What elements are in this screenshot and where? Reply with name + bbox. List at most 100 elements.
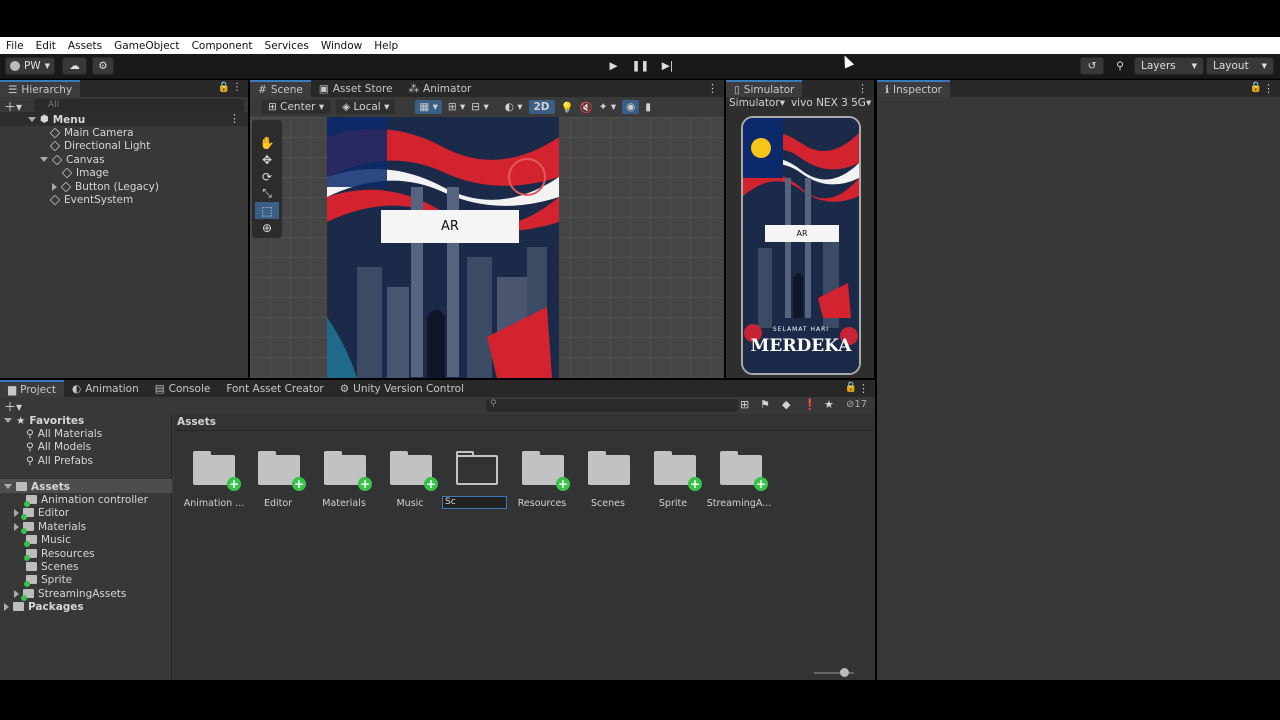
menu-edit[interactable]: Edit <box>36 40 56 52</box>
tab-project[interactable]: ▆ Project <box>0 380 65 397</box>
scene-canvas-image[interactable]: AR <box>327 117 559 378</box>
simulator-ar-button[interactable]: AR <box>765 225 839 242</box>
tree-folder-resources[interactable]: Resources <box>24 547 95 561</box>
assets-tree-root[interactable]: Assets <box>4 480 70 493</box>
collab-button[interactable]: ⚙ <box>92 57 114 75</box>
folder-materials[interactable]: + <box>324 449 372 491</box>
hand-tool-icon[interactable]: ✋ <box>255 134 279 151</box>
device-dropdown[interactable]: vivo NEX 3 5G▾ <box>791 97 871 109</box>
scene-menu-row[interactable]: ⬢ Menu <box>28 113 85 126</box>
tab-inspector[interactable]: ℹ Inspector <box>877 80 950 97</box>
camera-icon[interactable]: ▮ <box>645 101 651 113</box>
tab-animator[interactable]: ⁂ Animator <box>400 80 480 97</box>
layout-dropdown[interactable]: Layout ▼ <box>1206 57 1274 75</box>
hierarchy-search-input[interactable]: All <box>34 99 244 112</box>
align-button[interactable]: ⊟ ▾ <box>471 101 488 113</box>
pivot-dropdown[interactable]: ⊞ Center ▾ <box>262 100 331 114</box>
tab-scene[interactable]: # Scene <box>250 80 311 97</box>
shading-dropdown[interactable]: ◐ ▾ <box>505 101 523 113</box>
scene-ar-button[interactable]: AR <box>381 210 519 243</box>
kebab-menu-icon[interactable]: ⋮ <box>857 82 868 95</box>
label-icon[interactable]: ◆ <box>782 398 790 411</box>
search-button[interactable]: ⚲ <box>1108 57 1132 75</box>
transform-tool-icon[interactable]: ⊕ <box>255 219 279 236</box>
icon-size-slider-handle[interactable] <box>840 668 849 677</box>
tree-folder-animation-controller[interactable]: Animation controller <box>24 493 148 507</box>
tab-font-asset-creator[interactable]: Font Asset Creator <box>218 380 332 397</box>
snap-button[interactable]: ⊞ ▾ <box>448 101 465 113</box>
filter-icon[interactable]: ⚑ <box>760 398 770 411</box>
layers-dropdown[interactable]: Layers ▼ <box>1134 57 1204 75</box>
kebab-menu-icon[interactable]: ⋮ <box>707 82 718 95</box>
simulator-mode-dropdown[interactable]: Simulator▾ <box>729 97 785 109</box>
favorite-all-materials[interactable]: ⚲ All Materials <box>26 427 102 440</box>
space-dropdown[interactable]: ◈ Local ▾ <box>336 100 396 114</box>
pause-button[interactable]: ❚❚ <box>628 57 653 75</box>
grid-snap-button[interactable]: ▦ ▾ <box>415 100 442 114</box>
folder-music[interactable]: + <box>390 449 438 491</box>
tree-folder-sprite[interactable]: Sprite <box>24 573 72 587</box>
device-frame[interactable]: AR SELAMAT HARI MERDEKA <box>741 116 861 375</box>
play-button[interactable]: ▶ <box>601 57 626 75</box>
folder-animation-controller[interactable]: + <box>193 449 241 491</box>
hidden-packages-count[interactable]: ⊘17 <box>846 399 867 410</box>
rename-folder-input[interactable]: Sc <box>442 496 507 509</box>
visibility-icon[interactable]: ◉ <box>622 100 640 114</box>
tree-folder-streamingassets[interactable]: StreamingAssets <box>14 587 126 601</box>
cloud-button[interactable]: ☁ <box>62 57 87 75</box>
menu-component[interactable]: Component <box>192 40 253 52</box>
hierarchy-item-directional-light[interactable]: Directional Light <box>49 139 150 152</box>
kebab-menu-icon[interactable]: ⋮ <box>858 382 869 395</box>
folder-editor[interactable]: + <box>258 449 306 491</box>
tree-folder-music[interactable]: Music <box>24 533 71 547</box>
kebab-menu-icon[interactable]: ⋮ <box>1263 82 1274 95</box>
audio-icon[interactable]: 🔇 <box>580 101 593 114</box>
favorites-header[interactable]: ★ Favorites <box>4 414 84 427</box>
lock-icon[interactable]: 🔒 <box>1250 82 1262 93</box>
hierarchy-item-button[interactable]: Button (Legacy) <box>52 180 159 193</box>
breadcrumb[interactable]: Assets <box>177 416 216 428</box>
move-tool-icon[interactable]: ✥ <box>255 151 279 168</box>
favorite-all-models[interactable]: ⚲ All Models <box>26 440 91 453</box>
menu-services[interactable]: Services <box>265 40 309 52</box>
rotate-tool-icon[interactable]: ⟳ <box>255 168 279 185</box>
menu-gameobject[interactable]: GameObject <box>114 40 179 52</box>
star-icon[interactable]: ★ <box>824 398 834 411</box>
kebab-menu-icon[interactable]: ⋮ <box>232 82 242 93</box>
kebab-menu-icon[interactable]: ⋮ <box>229 112 240 125</box>
folder-scenes[interactable] <box>588 449 630 485</box>
hierarchy-item-image[interactable]: Image <box>61 166 109 179</box>
folder-resources[interactable]: + <box>522 449 570 491</box>
rect-tool-icon[interactable]: ⬚ <box>255 202 279 219</box>
hierarchy-item-main-camera[interactable]: Main Camera <box>49 126 134 139</box>
tab-hierarchy[interactable]: ☰ Hierarchy <box>0 80 81 97</box>
tab-simulator[interactable]: ▯ Simulator <box>726 80 803 97</box>
lock-icon[interactable]: 🔒 <box>845 382 857 393</box>
hierarchy-item-eventsystem[interactable]: EventSystem <box>49 193 133 206</box>
hierarchy-item-canvas[interactable]: Canvas <box>40 153 105 166</box>
lock-icon[interactable]: 🔒 <box>218 82 230 93</box>
search-by-type-icon[interactable]: ⊞ <box>740 398 749 411</box>
tree-folder-editor[interactable]: Editor <box>14 506 69 520</box>
tab-console[interactable]: ▤ Console <box>146 380 219 397</box>
menu-window[interactable]: Window <box>321 40 362 52</box>
project-search-input[interactable]: ⚲ <box>486 399 738 412</box>
tab-animation[interactable]: ◐ Animation <box>64 380 147 397</box>
create-asset-button[interactable]: ＋▾ <box>4 398 22 415</box>
menu-assets[interactable]: Assets <box>68 40 102 52</box>
folder-streamingassets[interactable]: + <box>720 449 768 491</box>
tab-asset-store[interactable]: ▣ Asset Store <box>310 80 401 97</box>
warning-icon[interactable]: ❗ <box>803 398 817 411</box>
menu-help[interactable]: Help <box>374 40 398 52</box>
tree-folder-scenes[interactable]: Scenes <box>26 560 78 573</box>
tree-folder-materials[interactable]: Materials <box>14 520 86 534</box>
folder-new-renaming[interactable] <box>456 449 498 485</box>
effects-icon[interactable]: ✦ ▾ <box>599 101 616 113</box>
favorite-all-prefabs[interactable]: ⚲ All Prefabs <box>26 454 93 467</box>
account-button[interactable]: PW ▼ <box>5 57 55 75</box>
menu-file[interactable]: File <box>6 40 24 52</box>
2d-toggle[interactable]: 2D <box>528 100 555 114</box>
history-button[interactable]: ↺ <box>1080 57 1104 75</box>
lighting-icon[interactable]: 💡 <box>561 101 574 114</box>
step-button[interactable]: ▶| <box>655 57 680 75</box>
